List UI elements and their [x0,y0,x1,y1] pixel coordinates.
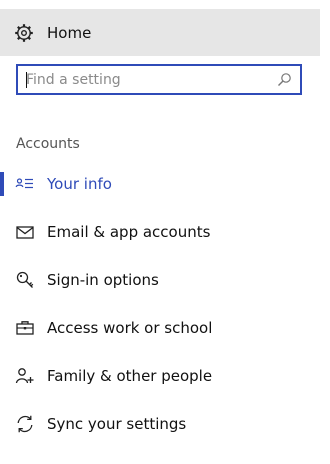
briefcase-icon [15,318,35,338]
nav-item-label: Your info [47,175,112,193]
gear-icon [14,23,34,43]
nav-item-family-other-people[interactable]: Family & other people [0,356,320,396]
nav-item-email-app-accounts[interactable]: Email & app accounts [0,212,320,252]
nav-item-your-info[interactable]: Your info [0,164,320,204]
search-box[interactable] [16,64,302,95]
contact-card-icon [15,174,35,194]
nav-item-label: Family & other people [47,367,213,385]
text-caret [26,72,27,88]
section-title: Accounts [16,136,80,152]
key-icon [15,270,35,290]
add-person-icon [15,366,35,386]
mail-icon [15,222,35,242]
home-label: Home [47,24,92,42]
nav-item-sync-your-settings[interactable]: Sync your settings [0,404,320,444]
nav-item-sign-in-options[interactable]: Sign-in options [0,260,320,300]
nav-item-access-work-or-school[interactable]: Access work or school [0,308,320,348]
nav-item-label: Email & app accounts [47,223,211,241]
nav-item-label: Access work or school [47,319,213,337]
nav-item-label: Sync your settings [47,415,187,433]
search-input[interactable] [26,66,276,93]
active-indicator [0,172,4,196]
nav-item-label: Sign-in options [47,271,159,289]
sync-icon [15,414,35,434]
search-icon[interactable] [277,72,292,87]
home-nav-item[interactable]: Home [0,9,320,56]
